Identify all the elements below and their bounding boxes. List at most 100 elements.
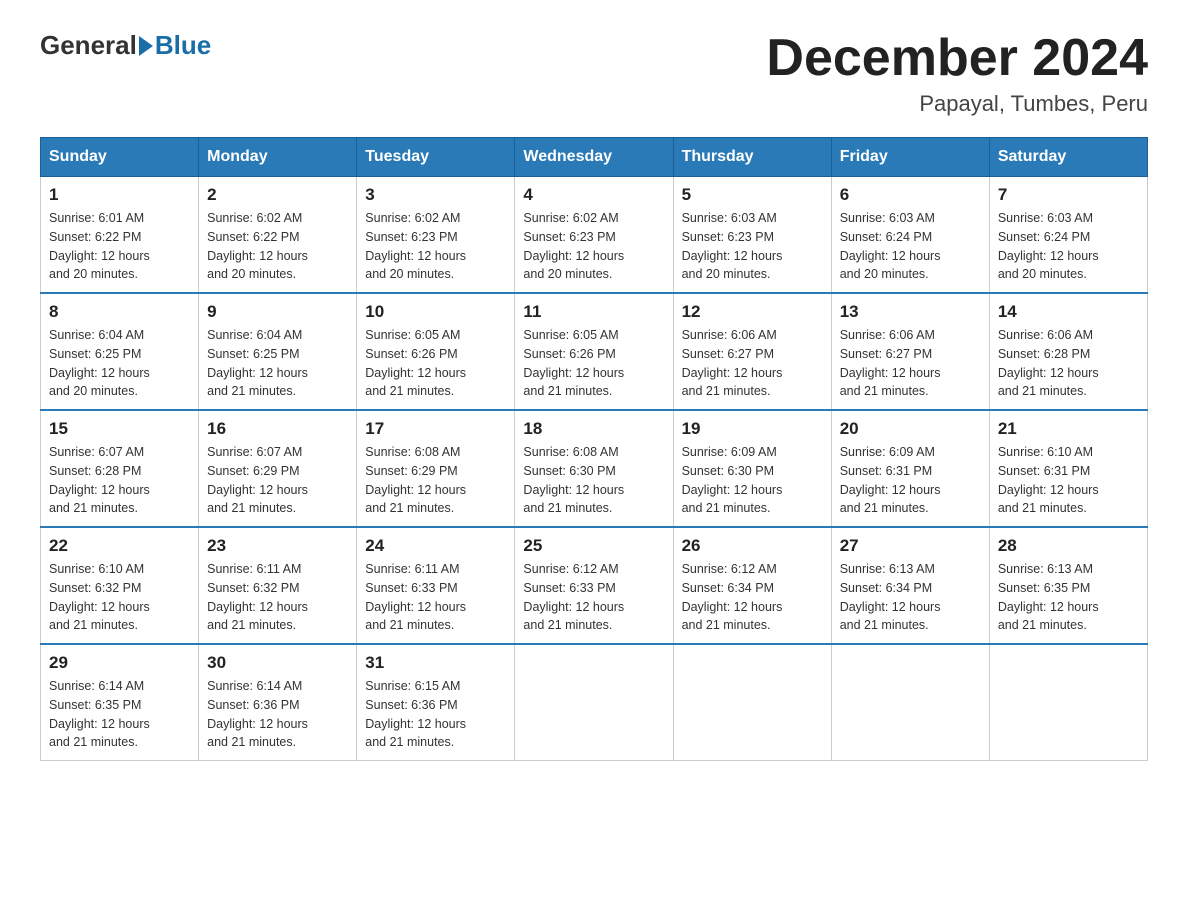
day-number: 3 [365, 185, 506, 205]
day-number: 15 [49, 419, 190, 439]
day-number: 21 [998, 419, 1139, 439]
calendar-week-row: 29 Sunrise: 6:14 AMSunset: 6:35 PMDayligh… [41, 644, 1148, 761]
day-info: Sunrise: 6:03 AMSunset: 6:24 PMDaylight:… [840, 209, 981, 284]
day-info: Sunrise: 6:06 AMSunset: 6:28 PMDaylight:… [998, 326, 1139, 401]
day-info: Sunrise: 6:14 AMSunset: 6:35 PMDaylight:… [49, 677, 190, 752]
day-info: Sunrise: 6:02 AMSunset: 6:22 PMDaylight:… [207, 209, 348, 284]
day-info: Sunrise: 6:09 AMSunset: 6:30 PMDaylight:… [682, 443, 823, 518]
day-info: Sunrise: 6:10 AMSunset: 6:32 PMDaylight:… [49, 560, 190, 635]
calendar-cell: 5 Sunrise: 6:03 AMSunset: 6:23 PMDaylight… [673, 177, 831, 294]
calendar-week-row: 15 Sunrise: 6:07 AMSunset: 6:28 PMDayligh… [41, 410, 1148, 527]
calendar-cell: 30 Sunrise: 6:14 AMSunset: 6:36 PMDayligh… [199, 644, 357, 761]
day-info: Sunrise: 6:10 AMSunset: 6:31 PMDaylight:… [998, 443, 1139, 518]
day-info: Sunrise: 6:14 AMSunset: 6:36 PMDaylight:… [207, 677, 348, 752]
day-info: Sunrise: 6:03 AMSunset: 6:24 PMDaylight:… [998, 209, 1139, 284]
calendar-cell: 25Sunrise: 6:12 AMSunset: 6:33 PMDayligh… [515, 527, 673, 644]
day-number: 7 [998, 185, 1139, 205]
calendar-cell: 31 Sunrise: 6:15 AMSunset: 6:36 PMDayligh… [357, 644, 515, 761]
day-number: 27 [840, 536, 981, 556]
calendar-cell [515, 644, 673, 761]
day-info: Sunrise: 6:07 AMSunset: 6:28 PMDaylight:… [49, 443, 190, 518]
day-number: 6 [840, 185, 981, 205]
day-info: Sunrise: 6:05 AMSunset: 6:26 PMDaylight:… [365, 326, 506, 401]
calendar-cell: 9Sunrise: 6:04 AMSunset: 6:25 PMDaylight… [199, 293, 357, 410]
day-info: Sunrise: 6:05 AMSunset: 6:26 PMDaylight:… [523, 326, 664, 401]
day-number: 14 [998, 302, 1139, 322]
day-number: 22 [49, 536, 190, 556]
day-number: 29 [49, 653, 190, 673]
calendar-week-row: 22 Sunrise: 6:10 AMSunset: 6:32 PMDayligh… [41, 527, 1148, 644]
day-number: 10 [365, 302, 506, 322]
calendar-cell: 3 Sunrise: 6:02 AMSunset: 6:23 PMDaylight… [357, 177, 515, 294]
location-title: Papayal, Tumbes, Peru [766, 91, 1148, 117]
day-number: 20 [840, 419, 981, 439]
calendar-cell: 20 Sunrise: 6:09 AMSunset: 6:31 PMDayligh… [831, 410, 989, 527]
day-info: Sunrise: 6:06 AMSunset: 6:27 PMDaylight:… [682, 326, 823, 401]
month-title: December 2024 [766, 30, 1148, 87]
title-section: December 2024 Papayal, Tumbes, Peru [766, 30, 1148, 117]
calendar-header-tuesday: Tuesday [357, 138, 515, 177]
day-number: 16 [207, 419, 348, 439]
day-number: 13 [840, 302, 981, 322]
calendar-cell: 18 Sunrise: 6:08 AMSunset: 6:30 PMDayligh… [515, 410, 673, 527]
calendar-cell [989, 644, 1147, 761]
day-number: 28 [998, 536, 1139, 556]
day-info: Sunrise: 6:13 AMSunset: 6:34 PMDaylight:… [840, 560, 981, 635]
calendar-header-wednesday: Wednesday [515, 138, 673, 177]
day-info: Sunrise: 6:15 AMSunset: 6:36 PMDaylight:… [365, 677, 506, 752]
calendar-cell: 17 Sunrise: 6:08 AMSunset: 6:29 PMDayligh… [357, 410, 515, 527]
calendar-table: SundayMondayTuesdayWednesdayThursdayFrid… [40, 137, 1148, 761]
day-number: 8 [49, 302, 190, 322]
day-info: Sunrise: 6:11 AMSunset: 6:32 PMDaylight:… [207, 560, 348, 635]
day-info: Sunrise: 6:04 AMSunset: 6:25 PMDaylight:… [49, 326, 190, 401]
day-number: 30 [207, 653, 348, 673]
calendar-cell: 8 Sunrise: 6:04 AMSunset: 6:25 PMDaylight… [41, 293, 199, 410]
day-number: 24 [365, 536, 506, 556]
day-number: 31 [365, 653, 506, 673]
calendar-cell [673, 644, 831, 761]
day-info: Sunrise: 6:03 AMSunset: 6:23 PMDaylight:… [682, 209, 823, 284]
day-number: 5 [682, 185, 823, 205]
calendar-header-thursday: Thursday [673, 138, 831, 177]
day-number: 25 [523, 536, 664, 556]
day-info: Sunrise: 6:02 AMSunset: 6:23 PMDaylight:… [365, 209, 506, 284]
logo-arrow-icon [139, 36, 153, 56]
calendar-header-row: SundayMondayTuesdayWednesdayThursdayFrid… [41, 138, 1148, 177]
calendar-cell: 13Sunrise: 6:06 AMSunset: 6:27 PMDayligh… [831, 293, 989, 410]
calendar-cell: 22 Sunrise: 6:10 AMSunset: 6:32 PMDayligh… [41, 527, 199, 644]
calendar-cell: 27 Sunrise: 6:13 AMSunset: 6:34 PMDayligh… [831, 527, 989, 644]
calendar-cell: 11Sunrise: 6:05 AMSunset: 6:26 PMDayligh… [515, 293, 673, 410]
logo-general-text: General [40, 30, 137, 61]
day-info: Sunrise: 6:08 AMSunset: 6:29 PMDaylight:… [365, 443, 506, 518]
calendar-cell: 14 Sunrise: 6:06 AMSunset: 6:28 PMDayligh… [989, 293, 1147, 410]
calendar-cell: 26Sunrise: 6:12 AMSunset: 6:34 PMDayligh… [673, 527, 831, 644]
day-number: 2 [207, 185, 348, 205]
day-info: Sunrise: 6:07 AMSunset: 6:29 PMDaylight:… [207, 443, 348, 518]
day-number: 4 [523, 185, 664, 205]
day-info: Sunrise: 6:09 AMSunset: 6:31 PMDaylight:… [840, 443, 981, 518]
logo: General Blue [40, 30, 211, 61]
calendar-cell: 29 Sunrise: 6:14 AMSunset: 6:35 PMDayligh… [41, 644, 199, 761]
day-info: Sunrise: 6:01 AMSunset: 6:22 PMDaylight:… [49, 209, 190, 284]
day-info: Sunrise: 6:08 AMSunset: 6:30 PMDaylight:… [523, 443, 664, 518]
calendar-cell: 12 Sunrise: 6:06 AMSunset: 6:27 PMDayligh… [673, 293, 831, 410]
calendar-cell: 15 Sunrise: 6:07 AMSunset: 6:28 PMDayligh… [41, 410, 199, 527]
calendar-cell [831, 644, 989, 761]
day-info: Sunrise: 6:02 AMSunset: 6:23 PMDaylight:… [523, 209, 664, 284]
calendar-cell: 23 Sunrise: 6:11 AMSunset: 6:32 PMDayligh… [199, 527, 357, 644]
day-number: 23 [207, 536, 348, 556]
calendar-cell: 1Sunrise: 6:01 AMSunset: 6:22 PMDaylight… [41, 177, 199, 294]
day-number: 26 [682, 536, 823, 556]
day-number: 12 [682, 302, 823, 322]
day-number: 17 [365, 419, 506, 439]
calendar-week-row: 1Sunrise: 6:01 AMSunset: 6:22 PMDaylight… [41, 177, 1148, 294]
calendar-cell: 16 Sunrise: 6:07 AMSunset: 6:29 PMDayligh… [199, 410, 357, 527]
page-header: General Blue December 2024 Papayal, Tumb… [40, 30, 1148, 117]
day-info: Sunrise: 6:13 AMSunset: 6:35 PMDaylight:… [998, 560, 1139, 635]
calendar-week-row: 8 Sunrise: 6:04 AMSunset: 6:25 PMDaylight… [41, 293, 1148, 410]
day-number: 18 [523, 419, 664, 439]
calendar-header-friday: Friday [831, 138, 989, 177]
calendar-cell: 2 Sunrise: 6:02 AMSunset: 6:22 PMDaylight… [199, 177, 357, 294]
calendar-header-saturday: Saturday [989, 138, 1147, 177]
day-info: Sunrise: 6:11 AMSunset: 6:33 PMDaylight:… [365, 560, 506, 635]
